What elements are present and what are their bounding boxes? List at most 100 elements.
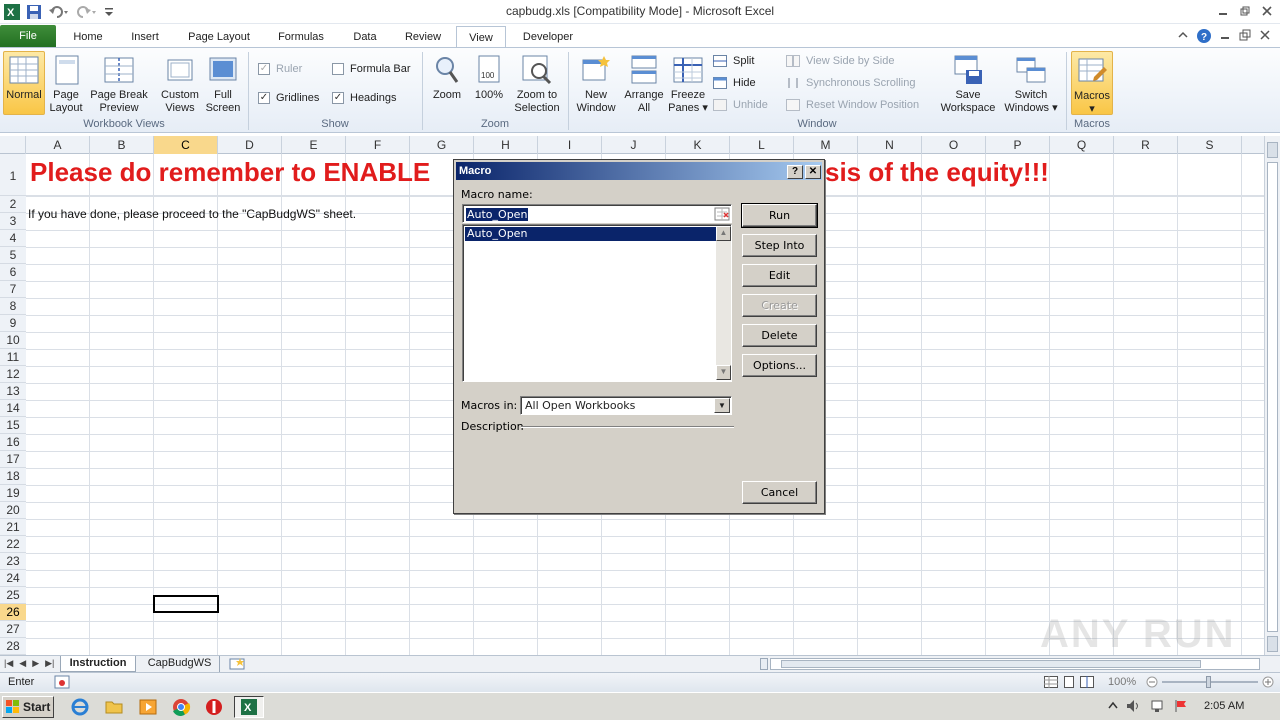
tab-data[interactable]: Data [344,26,386,48]
tab-home[interactable]: Home [66,26,110,48]
gridlines-checkbox[interactable]: ✓ Gridlines [258,92,319,104]
column-header-j[interactable]: J [602,136,666,154]
row-header-8[interactable]: 8 [0,298,26,315]
macro-list[interactable]: Auto_Open ▲ ▼ [462,224,732,382]
horizontal-scrollbar[interactable] [770,658,1260,670]
dialog-close-button[interactable]: ✕ [805,165,821,179]
full-screen-button[interactable]: Full Screen [204,54,242,115]
ruler-checkbox[interactable]: ✓ Ruler [258,63,302,75]
excel-taskbar-button[interactable]: X [234,696,264,718]
normal-view-shortcut-icon[interactable] [1044,676,1058,688]
macro-list-scrollbar[interactable]: ▲ ▼ [716,226,731,380]
tab-formulas[interactable]: Formulas [270,26,332,48]
volume-icon[interactable] [1126,699,1142,713]
tab-page-layout[interactable]: Page Layout [180,26,258,48]
selected-cell-c26[interactable] [153,595,219,613]
column-header-a[interactable]: A [26,136,90,154]
column-header-g[interactable]: G [410,136,474,154]
macro-record-icon[interactable] [54,675,70,689]
column-header-i[interactable]: I [538,136,602,154]
create-button[interactable]: Create [742,294,817,317]
network-icon[interactable] [1150,699,1166,713]
page-break-shortcut-icon[interactable] [1080,676,1094,688]
row-header-19[interactable]: 19 [0,485,26,502]
row-header-26[interactable]: 26 [0,604,26,621]
row-header-6[interactable]: 6 [0,264,26,281]
column-header-h[interactable]: H [474,136,538,154]
synchronous-scrolling-button[interactable]: Synchronous Scrolling [786,77,915,89]
scroll-up-icon[interactable] [1267,142,1278,158]
row-header-23[interactable]: 23 [0,553,26,570]
horizontal-scroll-thumb[interactable] [781,660,1201,668]
page-layout-shortcut-icon[interactable] [1062,676,1076,688]
row-header-10[interactable]: 10 [0,332,26,349]
row-header-24[interactable]: 24 [0,570,26,587]
cancel-button[interactable]: Cancel [742,481,817,504]
column-header-l[interactable]: L [730,136,794,154]
row-header-9[interactable]: 9 [0,315,26,332]
tab-view[interactable]: View [456,26,506,49]
view-side-by-side-button[interactable]: View Side by Side [786,55,894,67]
row-header-16[interactable]: 16 [0,434,26,451]
reset-window-position-button[interactable]: Reset Window Position [786,99,919,111]
row-header-20[interactable]: 20 [0,502,26,519]
row-header-22[interactable]: 22 [0,536,26,553]
prev-sheet-icon[interactable]: ◀ [19,658,26,669]
media-player-icon[interactable] [138,697,160,717]
macro-list-item-auto-open[interactable]: Auto_Open [465,227,716,241]
tab-insert[interactable]: Insert [122,26,168,48]
last-sheet-icon[interactable]: ▶| [45,658,54,669]
custom-views-button[interactable]: Custom Views [158,54,202,115]
column-header-k[interactable]: K [666,136,730,154]
hide-button[interactable]: Hide [713,77,756,89]
row-header-1[interactable]: 1 [0,154,26,196]
shield-app-icon[interactable] [204,697,226,717]
macro-name-input[interactable]: Auto_Open [462,204,732,223]
row-header-13[interactable]: 13 [0,383,26,400]
zoom-slider[interactable] [1162,676,1258,688]
sheet-tab-instruction[interactable]: Instruction [60,656,136,672]
row-header-11[interactable]: 11 [0,349,26,366]
page-layout-view-button[interactable]: Page Layout [46,54,86,115]
row-header-7[interactable]: 7 [0,281,26,298]
cell-a1-text-right[interactable]: sis of the equity!!! [825,157,1049,188]
delete-button[interactable]: Delete [742,324,817,347]
dialog-help-button[interactable]: ? [787,165,803,179]
row-header-28[interactable]: 28 [0,638,26,655]
zoom-slider-thumb[interactable] [1206,676,1211,688]
column-header-r[interactable]: R [1114,136,1178,154]
sheet-tab-capbudgws[interactable]: CapBudgWS [140,656,220,672]
new-window-button[interactable]: New Window [572,54,620,115]
unhide-button[interactable]: Unhide [713,99,768,111]
column-header-s[interactable]: S [1178,136,1242,154]
column-header-o[interactable]: O [922,136,986,154]
zoom-out-icon[interactable] [1146,676,1158,688]
row-header-4[interactable]: 4 [0,230,26,247]
switch-windows-button[interactable]: Switch Windows ▾ [1000,54,1062,115]
close-icon[interactable] [1256,2,1278,20]
select-all-corner[interactable] [0,136,26,154]
row-header-12[interactable]: 12 [0,366,26,383]
column-header-d[interactable]: D [218,136,282,154]
column-header-e[interactable]: E [282,136,346,154]
options-button[interactable]: Options... [742,354,817,377]
column-header-q[interactable]: Q [1050,136,1114,154]
row-header-2[interactable]: 2 [0,196,26,213]
column-header-f[interactable]: F [346,136,410,154]
scroll-down-icon[interactable] [1267,636,1278,652]
zoom-in-icon[interactable] [1262,676,1274,688]
column-header-m[interactable]: M [794,136,858,154]
row-header-18[interactable]: 18 [0,468,26,485]
macros-button[interactable]: Macros ▾ [1071,51,1113,115]
column-header-c[interactable]: C [154,136,218,154]
row-header-5[interactable]: 5 [0,247,26,264]
row-header-15[interactable]: 15 [0,417,26,434]
restore-icon[interactable] [1234,2,1256,20]
vertical-scroll-thumb[interactable] [1267,162,1278,632]
edit-button[interactable]: Edit [742,264,817,287]
row-header-25[interactable]: 25 [0,587,26,604]
page-break-preview-button[interactable]: Page Break Preview [88,54,150,115]
next-sheet-icon[interactable]: ▶ [32,658,39,669]
cell-a1-text-left[interactable]: Please do remember to ENABLE [30,157,430,188]
row-header-14[interactable]: 14 [0,400,26,417]
